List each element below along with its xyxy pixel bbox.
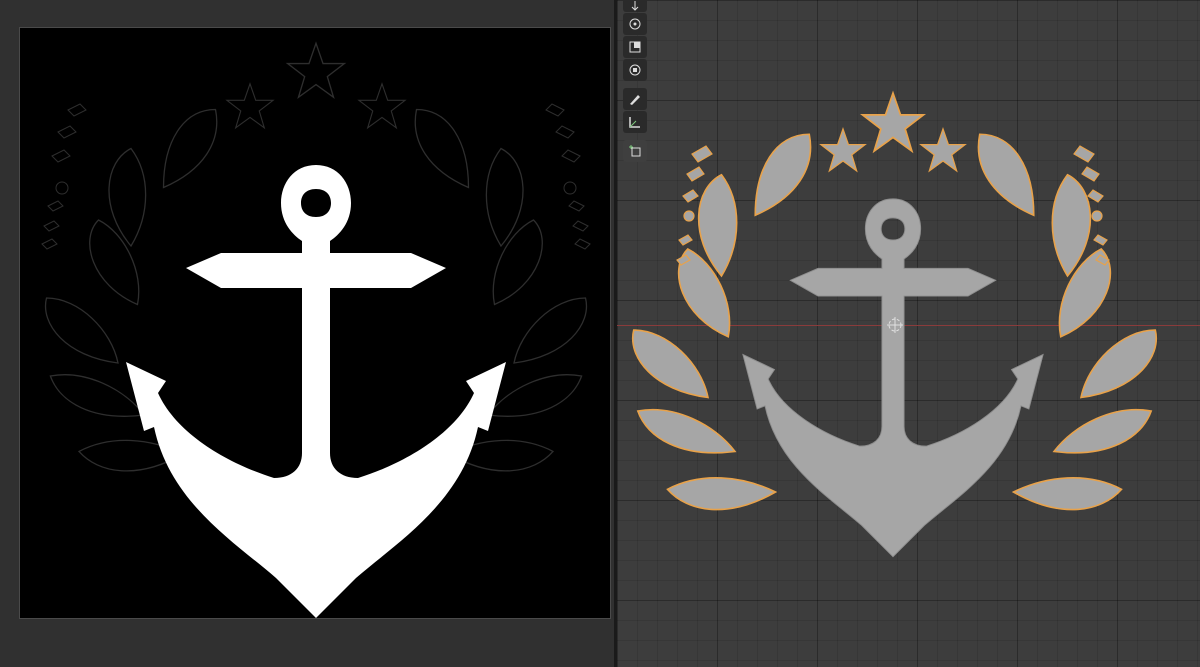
anchor-shape (126, 165, 506, 618)
rotate-icon (629, 18, 641, 30)
tool-shelf (623, 0, 647, 163)
3d-viewport[interactable] (617, 0, 1200, 667)
tool-add-cube[interactable] (623, 140, 647, 162)
image-editor-panel (0, 0, 614, 667)
tool-transform[interactable] (623, 59, 647, 81)
image-canvas[interactable] (19, 27, 611, 619)
annotate-icon (630, 95, 640, 105)
emblem-image (41, 42, 591, 618)
tool-rotate[interactable] (623, 13, 647, 35)
move-icon (631, 1, 639, 11)
measure-icon (629, 117, 640, 128)
scale-icon (629, 41, 641, 53)
add-cube-icon (629, 145, 641, 157)
tool-measure[interactable] (623, 111, 647, 133)
tool-move[interactable] (623, 0, 647, 12)
emblem-mesh[interactable] (617, 0, 1200, 667)
tool-annotate[interactable] (623, 88, 647, 110)
tool-scale[interactable] (623, 36, 647, 58)
transform-icon (629, 64, 641, 76)
